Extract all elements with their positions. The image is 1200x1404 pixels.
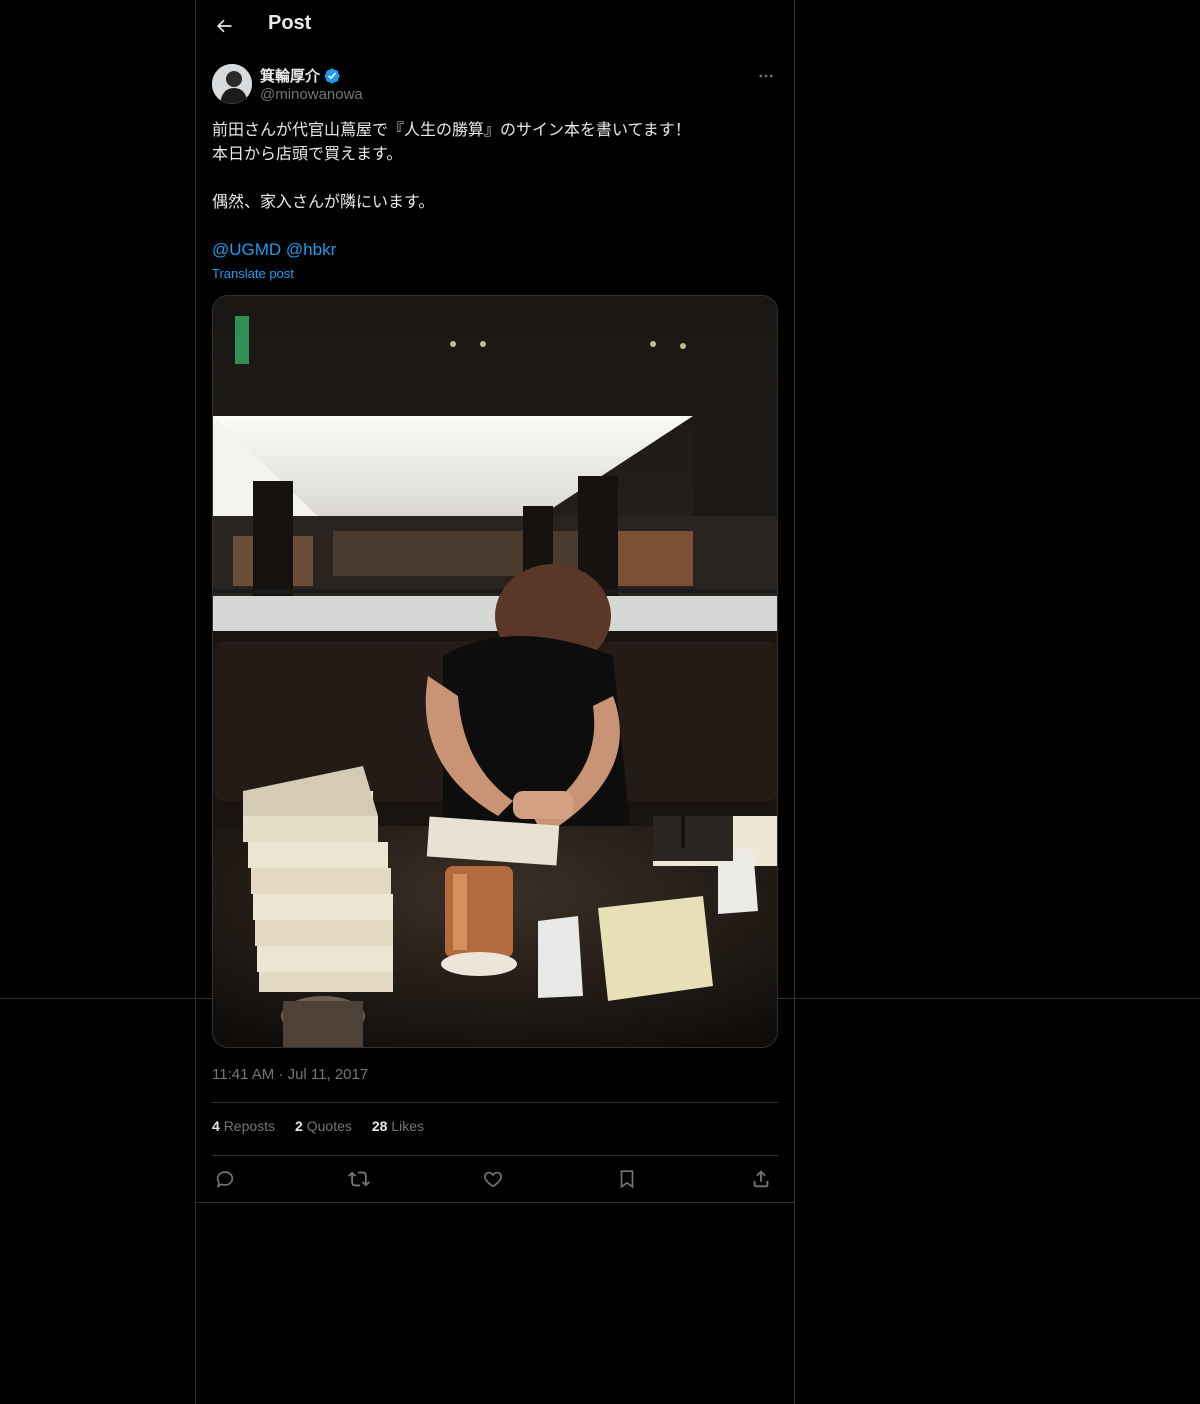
post-line xyxy=(212,166,778,190)
header: Post xyxy=(196,0,794,53)
post-line: 本日から店頭で買えます。 xyxy=(212,144,403,163)
avatar[interactable] xyxy=(212,64,252,104)
verified-badge-icon xyxy=(323,67,341,85)
bookmark-icon xyxy=(620,1170,634,1189)
repost-button[interactable] xyxy=(346,1166,372,1192)
post-line xyxy=(212,214,778,238)
book-stack xyxy=(243,766,393,992)
post-stats: 4 Reposts 2 Quotes 28 Likes xyxy=(212,1118,424,1134)
post-author: 箕輪厚介 @minowanowa xyxy=(212,64,778,108)
more-button[interactable] xyxy=(754,64,778,88)
back-button[interactable] xyxy=(212,14,236,38)
name-row: 箕輪厚介 xyxy=(260,65,341,86)
quotes-stat[interactable]: 2 Quotes xyxy=(295,1118,352,1134)
like-icon xyxy=(484,1171,502,1188)
translate-post-link[interactable]: Translate post xyxy=(212,266,294,281)
share-button[interactable] xyxy=(748,1166,774,1192)
main-column: Post 箕輪厚介 @minowanowa 前田さんが代官山蔦屋で『人生の勝算』… xyxy=(195,0,795,1404)
divider xyxy=(212,1102,778,1103)
back-arrow-icon xyxy=(217,19,232,33)
reply-icon xyxy=(216,1171,234,1189)
repost-icon xyxy=(348,1171,370,1187)
display-name[interactable]: 箕輪厚介 xyxy=(260,65,320,86)
divider xyxy=(212,1155,778,1156)
avatar-image xyxy=(212,64,252,104)
more-icon xyxy=(759,74,773,78)
like-button[interactable] xyxy=(480,1166,506,1192)
mentions-link[interactable]: @UGMD @hbkr xyxy=(212,240,336,259)
photo-image xyxy=(213,296,777,1047)
post-timestamp[interactable]: 11:41 AM · Jul 11, 2017 xyxy=(212,1066,368,1083)
post-line: 偶然、家入さんが隣にいます。 xyxy=(212,192,435,211)
handle[interactable]: @minowanowa xyxy=(260,86,363,103)
post-photo[interactable] xyxy=(212,295,778,1048)
page-title: Post xyxy=(268,12,312,34)
post-bottom-border xyxy=(196,1202,794,1203)
action-bar xyxy=(212,1166,778,1192)
bookmark-button[interactable] xyxy=(614,1166,640,1192)
post-text: 前田さんが代官山蔦屋で『人生の勝算』のサイン本を書いてます！ 本日から店頭で買え… xyxy=(212,118,778,262)
reposts-stat[interactable]: 4 Reposts xyxy=(212,1118,275,1134)
share-icon xyxy=(753,1170,769,1188)
post-line: 前田さんが代官山蔦屋で『人生の勝算』のサイン本を書いてます！ xyxy=(212,120,691,139)
likes-stat[interactable]: 28 Likes xyxy=(372,1118,424,1134)
reply-button[interactable] xyxy=(212,1166,238,1192)
